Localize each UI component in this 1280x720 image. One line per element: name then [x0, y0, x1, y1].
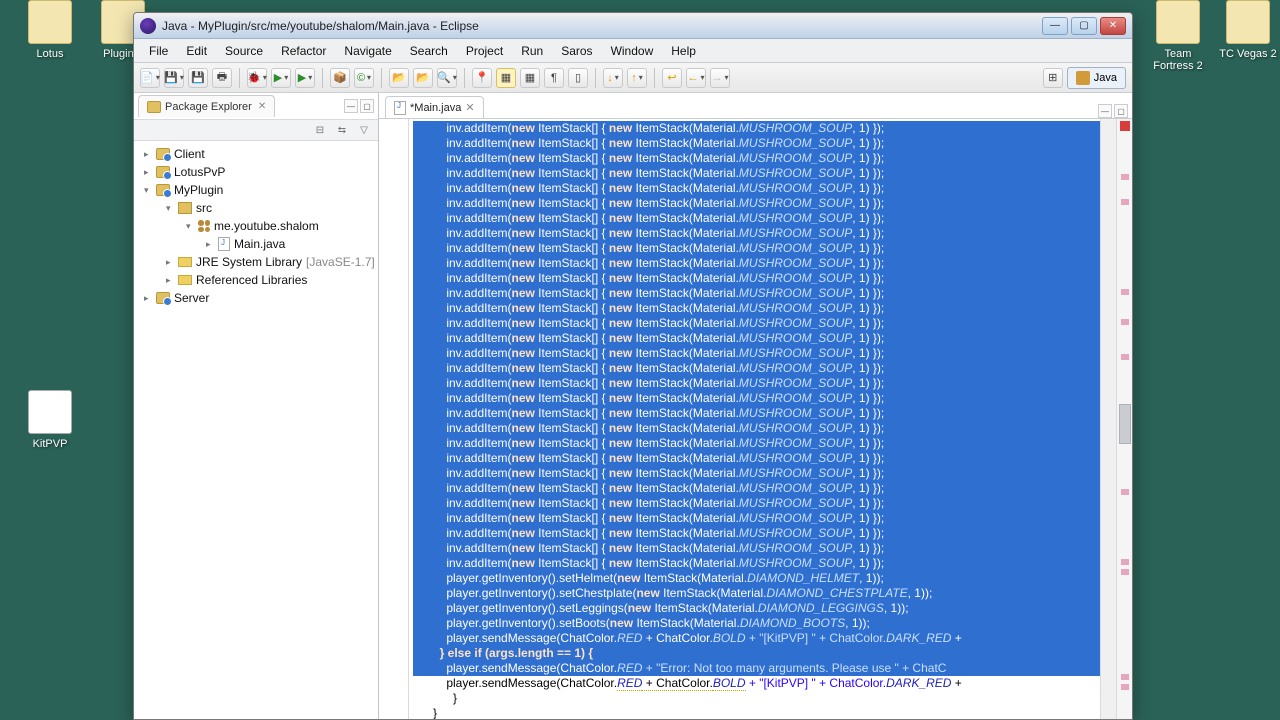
menu-source[interactable]: Source	[216, 41, 272, 61]
menu-refactor[interactable]: Refactor	[272, 41, 335, 61]
package-explorer-tab[interactable]: Package Explorer ✕	[138, 95, 275, 117]
editor-gutter[interactable]	[379, 119, 409, 719]
maximize-button[interactable]: ▢	[1071, 17, 1097, 35]
toggle-a11y-button[interactable]: ▯	[568, 68, 588, 88]
debug-button[interactable]: 🐞	[247, 68, 267, 88]
desktop-icon-tcvegas[interactable]: TC Vegas 2	[1213, 0, 1280, 60]
menu-file[interactable]: File	[140, 41, 177, 61]
save-button[interactable]: 💾	[164, 68, 184, 88]
menu-project[interactable]: Project	[457, 41, 512, 61]
eclipse-icon	[140, 18, 156, 34]
maximize-view-button[interactable]: ▢	[360, 99, 374, 113]
last-edit-button[interactable]: ↩	[662, 68, 682, 88]
view-menu-button[interactable]: ▽	[356, 122, 372, 138]
desktop-icon-tf2[interactable]: Team Fortress 2	[1143, 0, 1213, 72]
next-annotation-button[interactable]: ↓	[603, 68, 623, 88]
eclipse-window: Java - MyPlugin/src/me/youtube/shalom/Ma…	[133, 12, 1133, 720]
menu-window[interactable]: Window	[602, 41, 663, 61]
menu-search[interactable]: Search	[401, 41, 457, 61]
minimize-button[interactable]: —	[1042, 17, 1068, 35]
toggle-mark-button[interactable]: 📍	[472, 68, 492, 88]
new-class-button[interactable]: ©	[354, 68, 374, 88]
open-perspective-button[interactable]: ⊞	[1043, 68, 1063, 88]
editor-tab-label: *Main.java	[410, 102, 461, 114]
print-button[interactable]: 🖶	[212, 68, 232, 88]
run-button[interactable]: ▶	[271, 68, 291, 88]
menu-edit[interactable]: Edit	[177, 41, 216, 61]
open-type-button[interactable]: 📂	[389, 68, 409, 88]
toggle-block-button[interactable]: ▦	[520, 68, 540, 88]
menubar: File Edit Source Refactor Navigate Searc…	[134, 39, 1132, 63]
overview-ruler[interactable]	[1116, 119, 1132, 719]
project-tree[interactable]: ▸Client ▸LotusPvP ▾MyPlugin ▾src ▾me.you…	[134, 141, 378, 719]
window-title: Java - MyPlugin/src/me/youtube/shalom/Ma…	[162, 19, 1039, 33]
vertical-scrollbar[interactable]	[1100, 119, 1116, 719]
back-button[interactable]: ←	[686, 68, 706, 88]
new-button[interactable]: 📄	[140, 68, 160, 88]
minimize-editor-button[interactable]: —	[1098, 104, 1112, 118]
open-task-button[interactable]: 📂	[413, 68, 433, 88]
code-editor[interactable]: inv.addItem(new ItemStack[] { new ItemSt…	[379, 119, 1132, 719]
menu-saros[interactable]: Saros	[552, 41, 601, 61]
package-explorer-view: Package Explorer ✕ — ▢ ⊟ ⇆ ▽ ▸Client ▸Lo…	[134, 93, 379, 719]
minimize-view-button[interactable]: —	[344, 99, 358, 113]
error-marker-icon	[1120, 121, 1130, 131]
forward-button[interactable]: →	[710, 68, 730, 88]
toggle-ws-button[interactable]: ¶	[544, 68, 564, 88]
link-editor-button[interactable]: ⇆	[334, 122, 350, 138]
maximize-editor-button[interactable]: ▢	[1114, 104, 1128, 118]
menu-run[interactable]: Run	[512, 41, 552, 61]
titlebar[interactable]: Java - MyPlugin/src/me/youtube/shalom/Ma…	[134, 13, 1132, 39]
editor-area: *Main.java ✕ — ▢ inv.addItem(new ItemSta…	[379, 93, 1132, 719]
external-button[interactable]: ▶	[295, 68, 315, 88]
prev-annotation-button[interactable]: ↑	[627, 68, 647, 88]
package-explorer-label: Package Explorer	[165, 101, 252, 113]
toolbar: 📄 💾 💾 🖶 🐞 ▶ ▶ 📦 © 📂 📂 🔍 📍 ▦ ▦ ¶ ▯ ↓ ↑ ↩ …	[134, 63, 1132, 93]
perspective-java[interactable]: Java	[1067, 67, 1126, 89]
save-all-button[interactable]: 💾	[188, 68, 208, 88]
folder-icon	[147, 101, 161, 113]
desktop-icon-kitpvp[interactable]: KitPVP	[15, 390, 85, 450]
search-button[interactable]: 🔍	[437, 68, 457, 88]
toggle-breadcrumb-button[interactable]: ▦	[496, 68, 516, 88]
collapse-all-button[interactable]: ⊟	[312, 122, 328, 138]
editor-tab-main[interactable]: *Main.java ✕	[385, 96, 484, 118]
close-icon[interactable]: ✕	[465, 101, 474, 114]
menu-navigate[interactable]: Navigate	[335, 41, 400, 61]
desktop-icon-lotus[interactable]: Lotus	[15, 0, 85, 60]
close-icon[interactable]: ✕	[258, 101, 266, 112]
close-button[interactable]: ✕	[1100, 17, 1126, 35]
java-file-icon	[394, 101, 406, 115]
new-package-button[interactable]: 📦	[330, 68, 350, 88]
menu-help[interactable]: Help	[662, 41, 705, 61]
